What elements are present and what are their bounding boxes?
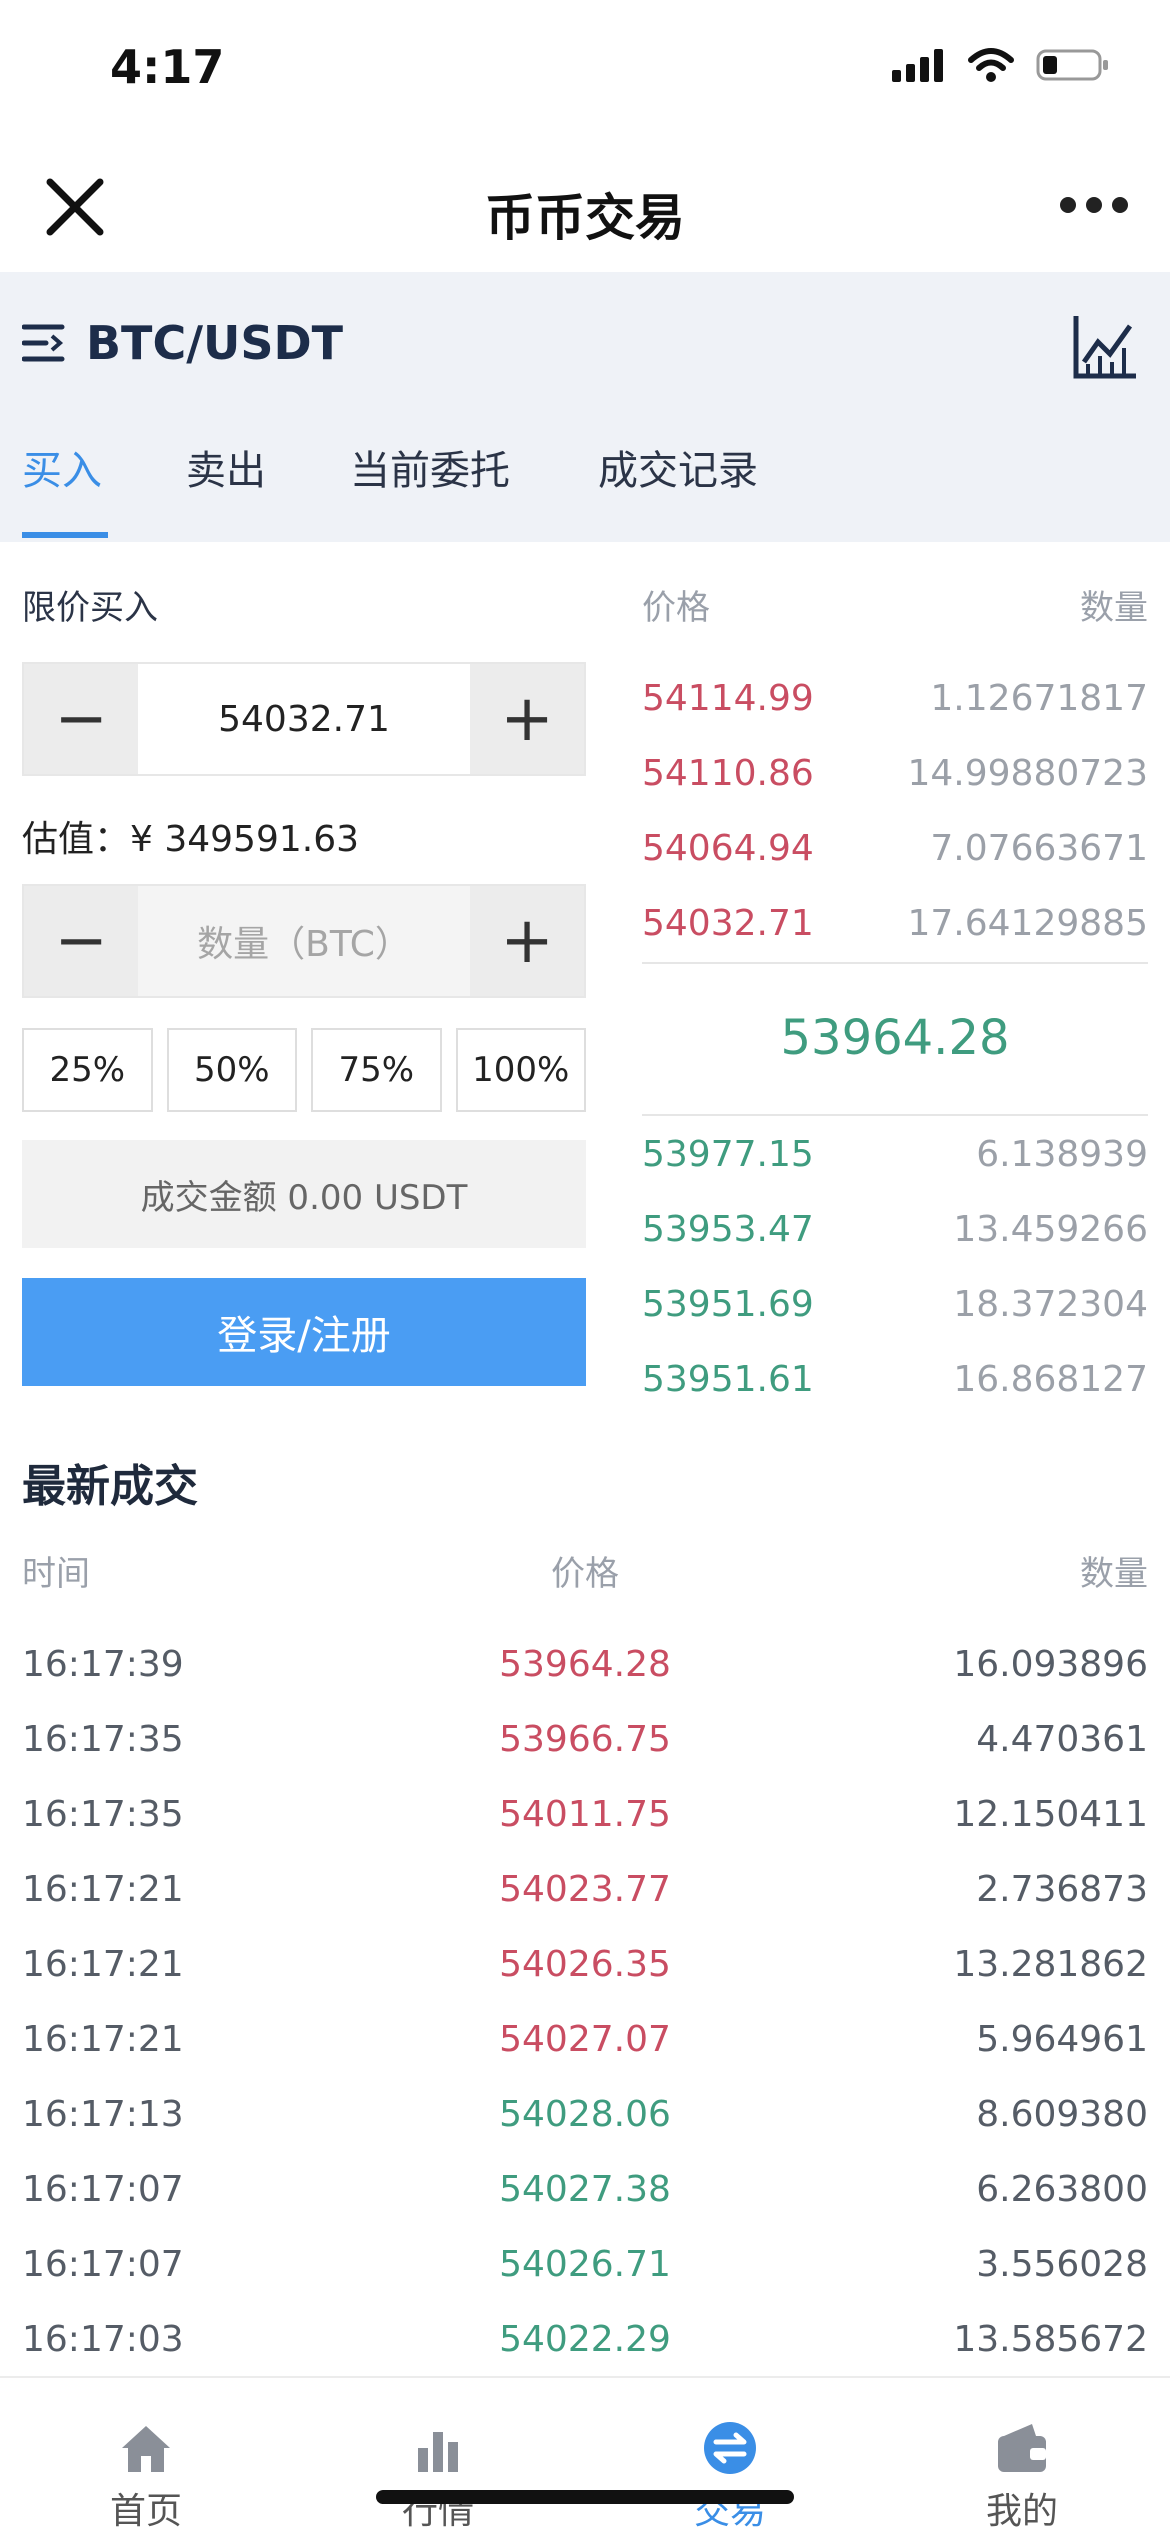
- nav-bar: 币币交易: [0, 150, 1170, 270]
- ask-price: 54114.99: [642, 678, 814, 719]
- order-book-price-header: 价格: [642, 588, 710, 628]
- bid-row[interactable]: 53977.15 6.138939: [642, 1134, 1148, 1175]
- trade-qty: 6.263800: [976, 2169, 1148, 2210]
- trade-amount: 成交金额 0.00 USDT: [22, 1140, 586, 1248]
- tab-active-indicator: [22, 532, 108, 538]
- bid-qty: 13.459266: [953, 1209, 1148, 1250]
- bid-row[interactable]: 53951.69 18.372304: [642, 1284, 1148, 1325]
- trade-tabs: 买入 卖出 当前委托 成交记录: [0, 412, 1170, 542]
- percent-25-button[interactable]: 25%: [22, 1028, 153, 1112]
- status-time: 4:17: [110, 40, 225, 94]
- wallet-icon: [998, 2424, 1046, 2472]
- tab-bar-home[interactable]: 首页: [0, 2378, 292, 2532]
- trade-qty: 8.609380: [976, 2094, 1148, 2135]
- home-icon: [122, 2426, 170, 2472]
- tab-bar-market[interactable]: 行情: [292, 2378, 584, 2532]
- trade-qty: 5.964961: [976, 2019, 1148, 2060]
- quantity-stepper: − 数量（BTC） +: [22, 884, 586, 998]
- signal-icon: [892, 49, 943, 82]
- price-header: 价格: [551, 1554, 619, 1594]
- kline-chart-icon[interactable]: [1070, 312, 1140, 382]
- percent-75-button[interactable]: 75%: [311, 1028, 442, 1112]
- battery-icon: [1036, 49, 1108, 81]
- tab-bar-home-label: 首页: [109, 2491, 182, 2532]
- ask-row[interactable]: 54114.99 1.12671817: [642, 678, 1148, 719]
- order-type-label: 限价买入: [22, 588, 158, 628]
- pair-name: BTC/USDT: [86, 316, 344, 370]
- percent-50-button[interactable]: 50%: [166, 1028, 297, 1112]
- estimate-value: 估值：¥ 349591.63: [22, 819, 360, 860]
- pair-selector[interactable]: BTC/USDT: [22, 316, 343, 370]
- trade-qty: 3.556028: [976, 2244, 1148, 2285]
- order-book-divider: [642, 962, 1148, 964]
- status-icons: [892, 48, 1110, 82]
- latest-trades-title: 最新成交: [22, 1461, 198, 1512]
- quantity-decrement-button[interactable]: −: [24, 886, 138, 996]
- quantity-increment-button[interactable]: +: [470, 886, 584, 996]
- ask-row[interactable]: 54110.86 14.99880723: [642, 753, 1148, 794]
- ask-price: 54064.94: [642, 828, 814, 869]
- status-bar: 4:17: [0, 0, 1170, 150]
- price-increment-button[interactable]: +: [470, 664, 584, 774]
- ask-row[interactable]: 54032.71 17.64129885: [642, 903, 1148, 944]
- trade-qty: 2.736873: [976, 1869, 1148, 1910]
- price-decrement-button[interactable]: −: [24, 664, 138, 774]
- order-book-header: 价格 数量: [642, 580, 1148, 629]
- ask-qty: 1.12671817: [930, 678, 1148, 719]
- price-input[interactable]: 54032.71: [138, 664, 470, 774]
- trade-qty: 12.150411: [953, 1794, 1148, 1835]
- trade-qty: 16.093896: [953, 1644, 1148, 1685]
- bid-qty: 16.868127: [953, 1359, 1148, 1400]
- tab-bar-mine[interactable]: 我的: [876, 2378, 1168, 2532]
- login-register-button[interactable]: 登录/注册: [22, 1278, 586, 1386]
- qty-header: 数量: [1080, 1554, 1148, 1594]
- bid-price: 53953.47: [642, 1209, 814, 1250]
- ask-qty: 17.64129885: [907, 903, 1149, 944]
- more-icon[interactable]: [1060, 190, 1130, 220]
- percent-buttons: 25% 50% 75% 100%: [22, 1028, 586, 1112]
- bar-chart-icon: [418, 2432, 458, 2472]
- last-price: 53964.28: [780, 1010, 1010, 1066]
- tab-buy[interactable]: 买入: [22, 438, 102, 496]
- bid-price: 53951.69: [642, 1284, 814, 1325]
- bid-qty: 18.372304: [953, 1284, 1148, 1325]
- page-title: 币币交易: [485, 189, 685, 247]
- tab-sell[interactable]: 卖出: [186, 438, 266, 496]
- bid-row[interactable]: 53951.61 16.868127: [642, 1359, 1148, 1400]
- menu-list-icon: [22, 324, 65, 362]
- ask-price: 54110.86: [642, 753, 814, 794]
- pair-header: BTC/USDT 买入 卖出 当前委托 成交记录: [0, 272, 1170, 542]
- trade-qty: 13.281862: [953, 1944, 1148, 1985]
- bottom-tab-bar: 首页 行情 交易 我的: [0, 2376, 1170, 2532]
- quantity-input[interactable]: 数量（BTC）: [138, 886, 470, 996]
- ask-price: 54032.71: [642, 903, 814, 944]
- tab-trade-history[interactable]: 成交记录: [598, 438, 758, 496]
- order-book-qty-header: 数量: [1080, 588, 1148, 628]
- price-stepper: − 54032.71 +: [22, 662, 586, 776]
- bid-qty: 6.138939: [976, 1134, 1148, 1175]
- percent-100-button[interactable]: 100%: [455, 1028, 586, 1112]
- bid-row[interactable]: 53953.47 13.459266: [642, 1209, 1148, 1250]
- wifi-icon: [968, 48, 1014, 82]
- trade-qty: 13.585672: [953, 2319, 1148, 2360]
- bid-price: 53977.15: [642, 1134, 814, 1175]
- ask-qty: 14.99880723: [907, 753, 1149, 794]
- tab-bar-mine-label: 我的: [985, 2491, 1058, 2532]
- trade-qty: 4.470361: [976, 1719, 1148, 1760]
- ask-qty: 7.07663671: [930, 828, 1148, 869]
- tab-open-orders[interactable]: 当前委托: [350, 438, 510, 496]
- exchange-icon: [704, 2422, 756, 2474]
- tab-bar-trade[interactable]: 交易: [584, 2378, 876, 2532]
- home-indicator: [376, 2490, 794, 2504]
- ask-row[interactable]: 54064.94 7.07663671: [642, 828, 1148, 869]
- bid-price: 53951.61: [642, 1359, 814, 1400]
- order-book-divider: [642, 1114, 1148, 1116]
